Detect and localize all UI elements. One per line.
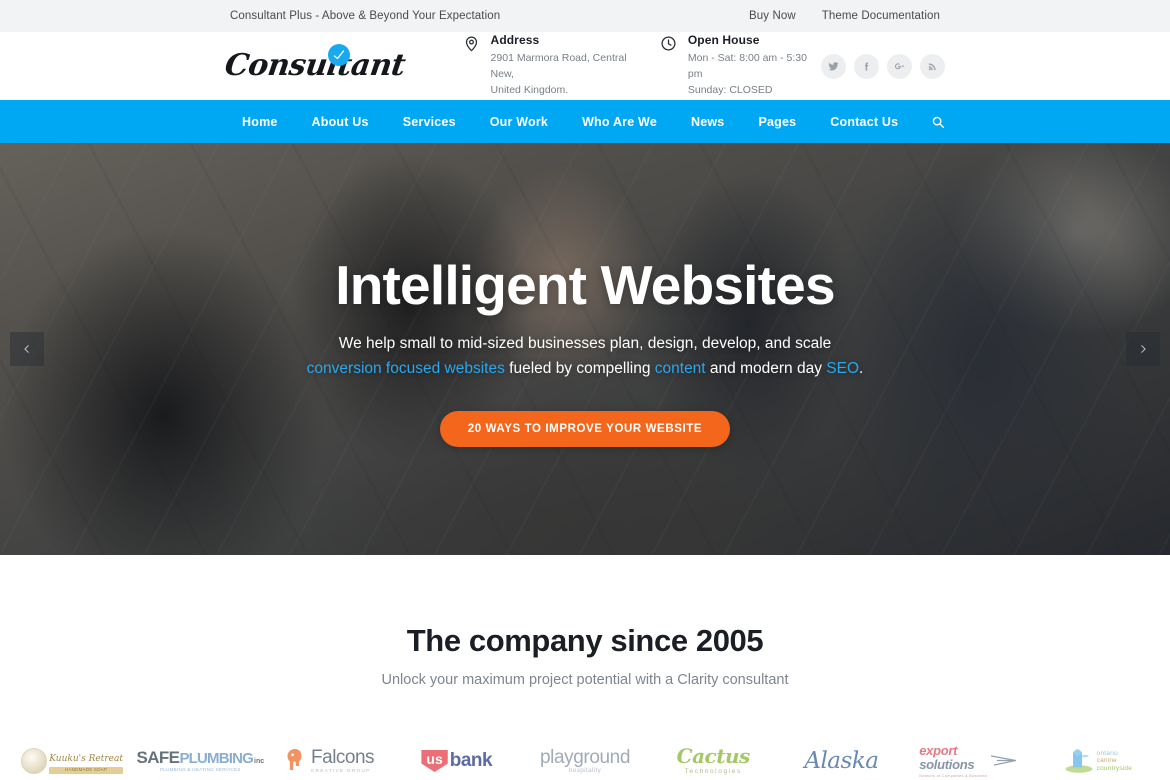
client-logo-playground[interactable]: playground hospitality bbox=[521, 730, 649, 780]
client-name-falcons: Falcons bbox=[311, 747, 375, 769]
hero-sub-part-2: fueled by compelling bbox=[504, 360, 655, 378]
client-logo-alaska[interactable]: Alaska bbox=[777, 730, 905, 780]
hero-title: Intelligent Websites bbox=[335, 254, 835, 317]
hero-slider: Intelligent Websites We help small to mi… bbox=[0, 143, 1170, 555]
nav-item-about-us[interactable]: About Us bbox=[295, 115, 386, 129]
twitter-icon[interactable] bbox=[821, 53, 846, 79]
top-bar: Consultant Plus - Above & Beyond Your Ex… bbox=[0, 0, 1170, 32]
export-arrow-icon bbox=[990, 753, 1020, 769]
hero-sub-part-5: SEO bbox=[826, 360, 859, 378]
kuuku-seal-icon bbox=[21, 748, 48, 774]
top-bar-tagline: Consultant Plus - Above & Beyond Your Ex… bbox=[230, 10, 501, 22]
header-hours-block: Open House Mon - Sat: 8:00 am - 5:30 pm … bbox=[660, 33, 821, 98]
client-name-bank: bank bbox=[449, 750, 493, 771]
nav-item-our-work[interactable]: Our Work bbox=[473, 115, 565, 129]
hero-sub-part-6: . bbox=[859, 360, 864, 378]
top-bar-links: Buy Now Theme Documentation bbox=[749, 10, 940, 22]
hero-sub-part-0: We help small to mid-sized businesses pl… bbox=[338, 334, 832, 352]
client-name-plumbing: PLUMBING bbox=[179, 750, 254, 768]
client-name-us: us bbox=[421, 750, 448, 772]
buy-now-link[interactable]: Buy Now bbox=[749, 10, 796, 22]
theme-documentation-link[interactable]: Theme Documentation bbox=[822, 10, 940, 22]
chevron-left-icon[interactable] bbox=[10, 332, 44, 366]
site-header: Consultant Address 2901 Marmora Road, Ce… bbox=[0, 32, 1170, 100]
address-line-1: 2901 Marmora Road, Central New, bbox=[490, 52, 627, 81]
map-pin-icon bbox=[463, 35, 480, 52]
canine-dog-icon bbox=[1064, 748, 1094, 774]
company-section: The company since 2005 Unlock your maxim… bbox=[0, 555, 1170, 688]
nav-item-who-are-we[interactable]: Who Are We bbox=[565, 115, 674, 129]
chevron-right-icon[interactable] bbox=[1126, 332, 1160, 366]
client-name-export: export bbox=[919, 743, 958, 759]
facebook-icon[interactable] bbox=[854, 53, 879, 79]
site-logo[interactable]: Consultant bbox=[222, 44, 415, 83]
nav-list: Home About Us Services Our Work Who Are … bbox=[225, 115, 915, 129]
client-logo-us-bank[interactable]: us bank bbox=[393, 730, 521, 780]
main-navigation: Home About Us Services Our Work Who Are … bbox=[0, 100, 1170, 143]
clock-icon bbox=[660, 35, 677, 52]
client-name-solutions: solutions bbox=[919, 757, 975, 772]
client-logos: Kuuku's Retreat HANDMADE SOAP SAFE PLUMBI… bbox=[0, 730, 1170, 780]
nav-item-services[interactable]: Services bbox=[386, 115, 473, 129]
google-plus-icon[interactable] bbox=[887, 53, 912, 79]
client-sub-falcons: CREATIVE GROUP bbox=[311, 768, 371, 774]
search-icon[interactable] bbox=[931, 115, 945, 129]
nav-item-pages[interactable]: Pages bbox=[741, 115, 813, 129]
client-sub-cactus: Technologies bbox=[684, 768, 742, 776]
hero-sub-part-3: content bbox=[654, 360, 706, 378]
client-logo-export-solutions[interactable]: export solutions Network of Companies & … bbox=[906, 730, 1034, 780]
client-sub-safe-plumbing: PLUMBING & HEATING SERVICES bbox=[159, 767, 241, 773]
falcon-bird-icon bbox=[283, 748, 307, 774]
client-logo-ontario-canine-country[interactable]: ontario canine countryside bbox=[1034, 730, 1162, 780]
rss-icon[interactable] bbox=[920, 53, 945, 79]
client-name-alaska: Alaska bbox=[804, 748, 879, 774]
company-title: The company since 2005 bbox=[406, 623, 764, 658]
client-name-cactus: Cactus bbox=[676, 744, 751, 769]
address-title: Address bbox=[490, 33, 540, 48]
client-sub-export-solutions: Network of Companies & Business bbox=[919, 772, 988, 778]
address-line-2: United Kingdom. bbox=[490, 83, 569, 96]
nav-item-home[interactable]: Home bbox=[225, 115, 295, 129]
hero-sub-part-1: conversion focused websites bbox=[306, 360, 505, 378]
client-sub-playground: hospitality bbox=[568, 766, 602, 774]
client-logo-falcons[interactable]: Falcons CREATIVE GROUP bbox=[264, 730, 392, 780]
hero-cta-button[interactable]: 20 WAYS TO IMPROVE YOUR WEBSITE bbox=[439, 410, 731, 447]
client-name-playground: playground bbox=[539, 746, 630, 768]
client-logo-cactus-technologies[interactable]: Cactus Technologies bbox=[649, 730, 777, 780]
header-address-block: Address 2901 Marmora Road, Central New, … bbox=[463, 33, 638, 98]
hours-line-1: Mon - Sat: 8:00 am - 5:30 pm bbox=[687, 52, 807, 81]
client-name-inc: inc bbox=[254, 758, 265, 766]
hours-title: Open House bbox=[687, 33, 760, 48]
client-name-canine: canine bbox=[1096, 757, 1117, 765]
client-name-ontario: ontario bbox=[1096, 750, 1118, 758]
logo-wordmark: Consultant bbox=[222, 48, 408, 83]
hours-line-2: Sunday: CLOSED bbox=[687, 83, 773, 96]
client-name-kuukus-retreat: Kuuku's Retreat bbox=[49, 753, 123, 764]
company-subtitle: Unlock your maximum project potential wi… bbox=[381, 672, 789, 688]
client-name-safe: SAFE bbox=[136, 748, 180, 768]
client-name-countryside: countryside bbox=[1096, 764, 1133, 772]
hero-subtitle: We help small to mid-sized businesses pl… bbox=[305, 331, 865, 382]
hero-sub-part-4: and modern day bbox=[705, 360, 827, 378]
client-sub-kuukus-retreat: HANDMADE SOAP bbox=[49, 766, 123, 774]
social-links bbox=[821, 53, 945, 79]
client-logo-safe-plumbing[interactable]: SAFE PLUMBING inc PLUMBING & HEATING SERVI… bbox=[136, 730, 264, 780]
client-logo-kuukus-retreat[interactable]: Kuuku's Retreat HANDMADE SOAP bbox=[8, 730, 136, 780]
nav-item-news[interactable]: News bbox=[674, 115, 741, 129]
nav-item-contact-us[interactable]: Contact Us bbox=[813, 115, 915, 129]
hero-content: Intelligent Websites We help small to mi… bbox=[0, 143, 1170, 555]
check-swoosh-icon bbox=[328, 44, 350, 66]
